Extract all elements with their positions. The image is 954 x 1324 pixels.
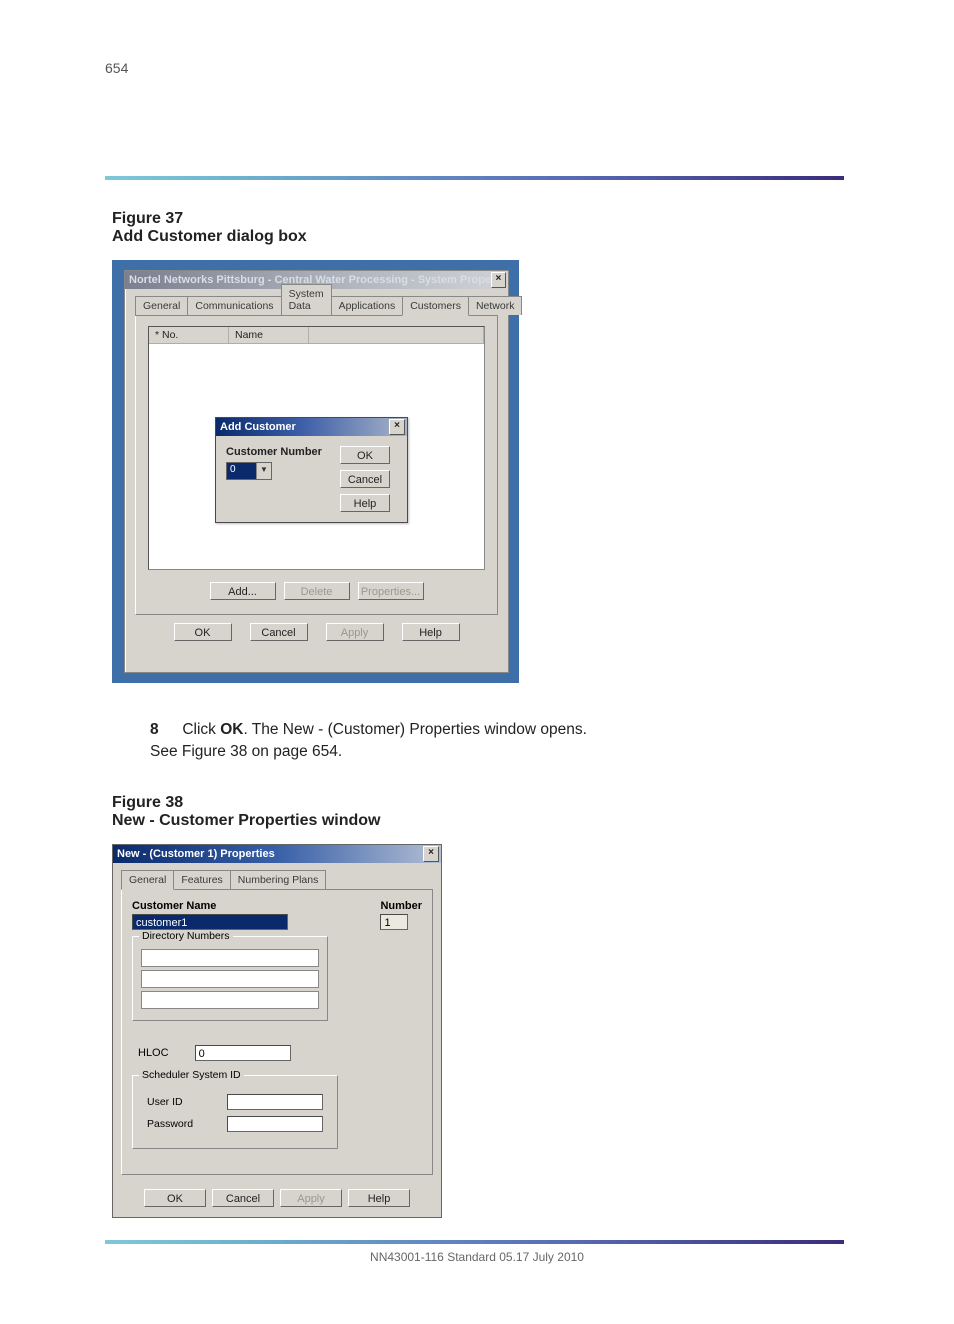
tabs-row: General Communications System Data Appli…: [135, 295, 498, 316]
add-customer-button-col: OK Cancel Help: [340, 446, 390, 512]
figure-38-label: Figure 38 New - Customer Properties wind…: [112, 794, 954, 830]
page: { "header": { "page": "654", "section": …: [0, 60, 954, 1324]
hloc-input[interactable]: 0: [195, 1045, 291, 1061]
customer-number-combo[interactable]: 0 ▼: [226, 462, 272, 480]
help-button[interactable]: Help: [340, 494, 390, 512]
ok-button[interactable]: OK: [340, 446, 390, 464]
dn-input-2[interactable]: [141, 970, 319, 988]
footer-gradient-bar: [105, 1240, 844, 1244]
customer-name-input[interactable]: customer1: [132, 914, 288, 930]
add-button[interactable]: Add...: [210, 582, 276, 600]
customer-properties-title: New - (Customer 1) Properties: [117, 848, 275, 860]
properties-button[interactable]: Properties...: [358, 582, 424, 600]
add-customer-title: Add Customer: [220, 421, 296, 433]
apply-button[interactable]: Apply: [326, 623, 384, 641]
step-8: 8 Click OK. The New - (Customer) Propert…: [150, 719, 800, 764]
header-gradient-bar: [105, 176, 844, 180]
number-label: Number: [380, 900, 422, 912]
add-customer-titlebar: Add Customer ×: [216, 418, 407, 436]
number-input: 1: [380, 914, 408, 930]
scheduler-group: Scheduler System ID User ID Password: [132, 1075, 338, 1149]
customer-name-field: Customer Name customer1: [132, 900, 366, 930]
tab-applications[interactable]: Applications: [331, 296, 404, 315]
customer-number-label: Customer Number: [226, 446, 322, 458]
dialog-bottom-row: OK Cancel Apply Help: [135, 623, 498, 641]
tab-customers[interactable]: Customers: [402, 296, 469, 316]
apply-button[interactable]: Apply: [280, 1189, 342, 1207]
user-id-row: User ID: [147, 1094, 329, 1110]
help-button[interactable]: Help: [402, 623, 460, 641]
scheduler-legend: Scheduler System ID: [139, 1069, 244, 1081]
password-input[interactable]: [227, 1116, 323, 1132]
ok-button[interactable]: OK: [144, 1189, 206, 1207]
tab-system-data[interactable]: System Data: [281, 284, 332, 315]
footer-doc: NN43001-116 Standard 05.17 July 2010: [0, 1250, 954, 1264]
password-row: Password: [147, 1116, 329, 1132]
customers-listbox: * No. Name Add Customer × Customer Numbe…: [148, 326, 485, 570]
directory-numbers-group: Directory Numbers: [132, 936, 328, 1021]
customers-tab-content: * No. Name Add Customer × Customer Numbe…: [135, 316, 498, 615]
list-action-row: Add... Delete Properties...: [148, 582, 485, 600]
customer-name-row: Customer Name customer1 Number 1: [132, 900, 422, 930]
col-spacer: [309, 327, 484, 343]
directory-numbers-legend: Directory Numbers: [139, 930, 233, 942]
cp-bottom-row: OK Cancel Apply Help: [113, 1183, 441, 1217]
customer-number-value: 0: [227, 463, 256, 479]
password-label: Password: [147, 1118, 209, 1130]
step-8-num: 8: [150, 719, 178, 741]
hloc-row: HLOC 0: [138, 1045, 422, 1061]
user-id-input[interactable]: [227, 1094, 323, 1110]
screenshot-1-frame: Nortel Networks Pittsburg - Central Wate…: [112, 260, 519, 683]
number-field: Number 1: [380, 900, 422, 930]
tab-communications[interactable]: Communications: [187, 296, 281, 315]
col-no[interactable]: * No.: [149, 327, 229, 343]
screenshot-2-frame: New - (Customer 1) Properties × General …: [112, 844, 954, 1218]
tab-cp-general[interactable]: General: [121, 870, 174, 890]
cp-general-content: Customer Name customer1 Number 1 Directo…: [121, 890, 433, 1175]
close-icon[interactable]: ×: [389, 419, 405, 435]
cancel-button[interactable]: Cancel: [212, 1189, 274, 1207]
chevron-down-icon[interactable]: ▼: [256, 463, 271, 479]
close-icon[interactable]: ×: [423, 846, 439, 862]
hloc-label: HLOC: [138, 1047, 169, 1059]
step-8-text: Click OK. The New - (Customer) Propertie…: [150, 721, 587, 760]
col-name[interactable]: Name: [229, 327, 309, 343]
ok-button[interactable]: OK: [174, 623, 232, 641]
tab-cp-features[interactable]: Features: [173, 870, 230, 889]
page-number: 654: [105, 60, 128, 76]
cancel-button[interactable]: Cancel: [250, 623, 308, 641]
add-customer-dialog: Add Customer × Customer Number 0 ▼ OK: [215, 417, 408, 523]
tab-cp-numbering-plans[interactable]: Numbering Plans: [230, 870, 327, 889]
help-button[interactable]: Help: [348, 1189, 410, 1207]
list-header-row: * No. Name: [149, 327, 484, 344]
tab-general[interactable]: General: [135, 296, 188, 315]
customer-name-label: Customer Name: [132, 900, 366, 912]
add-customer-body: Customer Number 0 ▼ OK Cancel Help: [216, 436, 407, 522]
page-header-line: 654 Adding a system to the OTM Common Se…: [105, 60, 844, 76]
customer-properties-titlebar: New - (Customer 1) Properties ×: [113, 845, 441, 863]
user-id-label: User ID: [147, 1096, 209, 1108]
dn-input-3[interactable]: [141, 991, 319, 1009]
figure-37-label: Figure 37 Add Customer dialog box: [112, 210, 954, 246]
tab-network[interactable]: Network: [468, 296, 523, 315]
customer-number-field: Customer Number 0 ▼: [226, 446, 322, 512]
close-icon[interactable]: ×: [491, 272, 506, 288]
delete-button[interactable]: Delete: [284, 582, 350, 600]
system-properties-dialog: Nortel Networks Pittsburg - Central Wate…: [124, 270, 509, 673]
cancel-button[interactable]: Cancel: [340, 470, 390, 488]
dn-input-1[interactable]: [141, 949, 319, 967]
cp-tabs-row: General Features Numbering Plans: [121, 869, 433, 890]
customer-properties-dialog: New - (Customer 1) Properties × General …: [112, 844, 442, 1218]
